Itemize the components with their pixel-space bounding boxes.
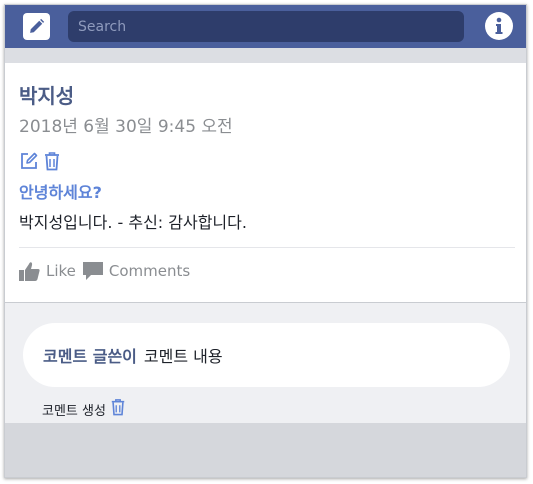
post-actions [19,151,61,175]
comment-author[interactable]: 코멘트 글쓴이 [43,343,137,367]
post-date: 2018년 6월 30일 9:45 오전 [19,117,233,137]
post-card: 박지성 2018년 6월 30일 9:45 오전 안녕하세요? 박지성입니다. … [5,63,526,303]
like-button[interactable]: Like [19,261,76,281]
top-bar [5,5,526,48]
edit-icon [21,152,38,169]
delete-button[interactable] [43,151,61,175]
comment-text: 코멘트 내용 [143,347,223,366]
post-divider [19,247,515,248]
post-body: 박지성입니다. - 추신: 감사합니다. [19,213,247,232]
trash-icon [45,152,59,171]
footer-bar [5,423,526,477]
info-button[interactable] [485,12,513,40]
pencil-icon [30,18,45,33]
comment-icon [82,262,103,280]
info-icon [495,17,503,34]
comment-item: 코멘트 글쓴이 코멘트 내용 [23,323,510,387]
comments-button[interactable]: Comments [82,261,190,281]
post-reactions: Like Comments [19,261,196,281]
app-window: 박지성 2018년 6월 30일 9:45 오전 안녕하세요? 박지성입니다. … [4,4,527,478]
thumbs-up-icon [19,262,40,281]
header-divider [5,48,526,63]
search-input[interactable] [68,11,464,42]
edit-button[interactable] [19,151,39,175]
comment-create-row: 코멘트 생성 [42,398,126,420]
comments-label: Comments [108,262,191,280]
post-title: 안녕하세요? [19,183,102,202]
comment-section: 코멘트 글쓴이 코멘트 내용 코멘트 생성 [5,303,526,423]
trash-icon [111,399,125,416]
comment-delete-button[interactable] [106,398,126,420]
comment-create-label[interactable]: 코멘트 생성 [42,400,106,419]
compose-button[interactable] [23,13,50,40]
post-author[interactable]: 박지성 [19,80,74,109]
like-label: Like [46,262,76,280]
